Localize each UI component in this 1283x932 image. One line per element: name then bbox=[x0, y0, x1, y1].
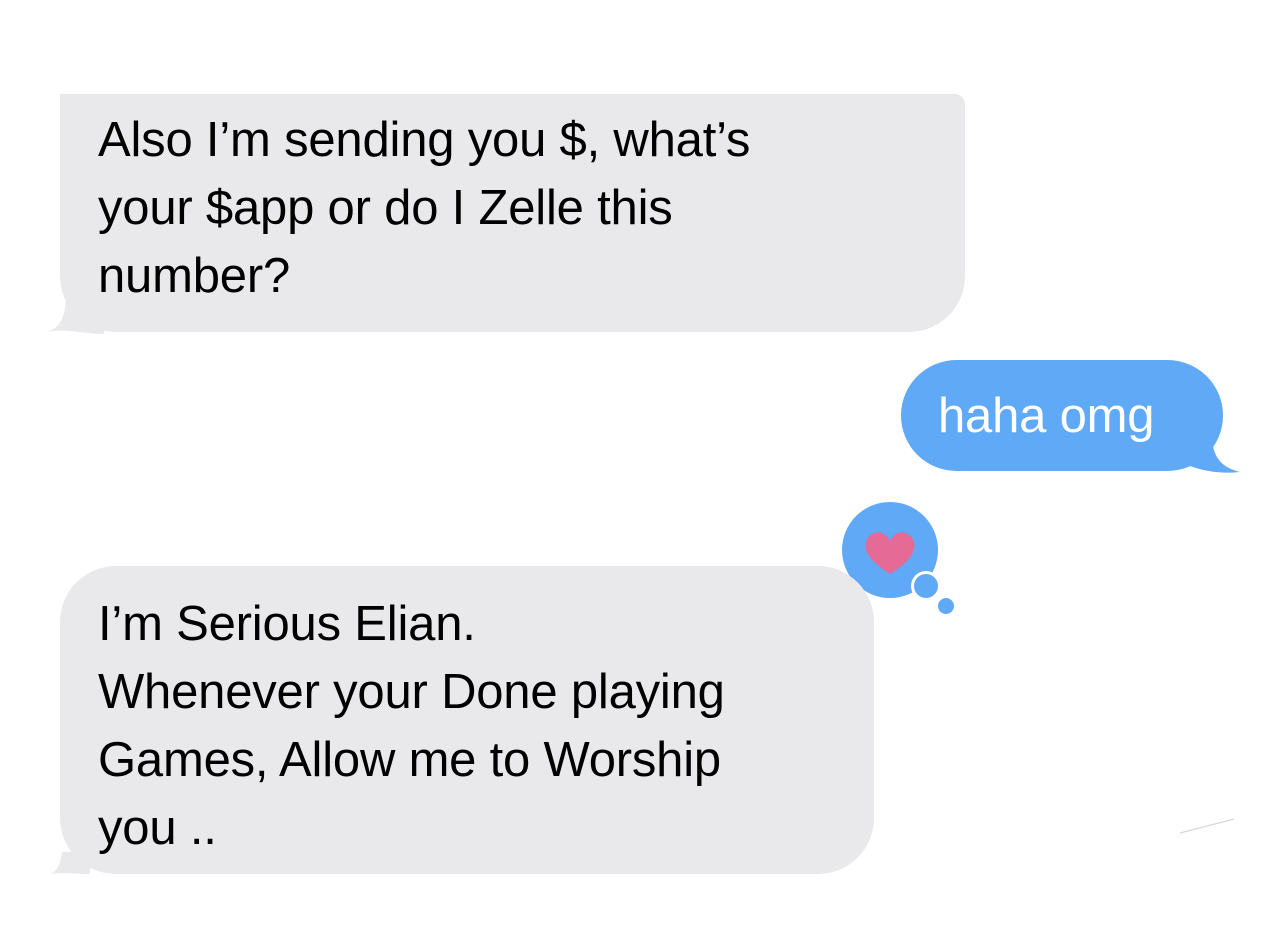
received-message-bubble[interactable]: I’m Serious Elian. Whenever your Done pl… bbox=[60, 566, 874, 874]
message-thread: Also I’m sending you $, what’s your $app… bbox=[0, 0, 1283, 932]
sent-message-bubble[interactable]: haha omg bbox=[901, 360, 1223, 471]
received-bubble-tail bbox=[44, 300, 104, 334]
sent-bubble-tail bbox=[1190, 440, 1240, 473]
received-message-bubble[interactable]: Also I’m sending you $, what’s your $app… bbox=[60, 94, 965, 332]
decorative-stroke bbox=[1180, 818, 1235, 834]
bottom-crop-area bbox=[0, 874, 1283, 932]
received-bubble-tail bbox=[50, 852, 90, 874]
